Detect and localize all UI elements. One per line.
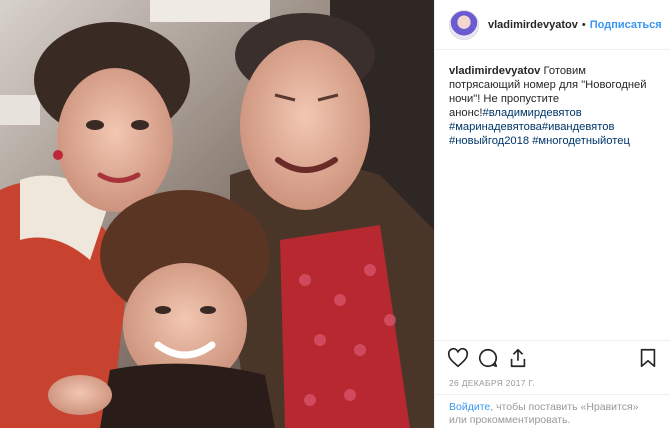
heart-icon[interactable] — [447, 347, 469, 369]
follow-button[interactable]: Подписаться — [590, 19, 662, 31]
login-prompt: Войдите, чтобы поставить «Нравится» или … — [435, 394, 670, 433]
header-username[interactable]: vladimirdevyatov — [488, 19, 578, 31]
post-caption: vladimirdevyatov Готовим потрясающий ном… — [435, 50, 670, 330]
share-icon[interactable] — [507, 347, 529, 369]
action-bar — [435, 340, 670, 374]
post-photo-image — [0, 0, 434, 428]
comment-icon[interactable] — [477, 347, 499, 369]
post-sidebar: vladimirdevyatov • Подписаться vladimird… — [434, 0, 670, 428]
bookmark-icon[interactable] — [637, 347, 659, 369]
hashtag-link[interactable]: #ивандевятов — [542, 121, 614, 133]
post-date[interactable]: 26 ДЕКАБРЯ 2017 Г. — [449, 378, 535, 388]
hashtag-link[interactable]: #маринадевятова — [449, 121, 542, 133]
header-separator: • — [581, 18, 586, 31]
hashtag-link[interactable]: #многодетныйотец — [532, 135, 630, 147]
hashtag-link[interactable]: #новыйгод2018 — [449, 135, 529, 147]
avatar[interactable] — [449, 9, 479, 40]
caption-username[interactable]: vladimirdevyatov — [449, 65, 540, 77]
instagram-post: vladimirdevyatov • Подписаться vladimird… — [0, 0, 670, 428]
post-header: vladimirdevyatov • Подписаться — [435, 0, 670, 50]
hashtag-link[interactable]: #владимирдевятов — [483, 107, 582, 119]
post-photo[interactable] — [0, 0, 434, 428]
login-link[interactable]: Войдите — [449, 401, 490, 413]
